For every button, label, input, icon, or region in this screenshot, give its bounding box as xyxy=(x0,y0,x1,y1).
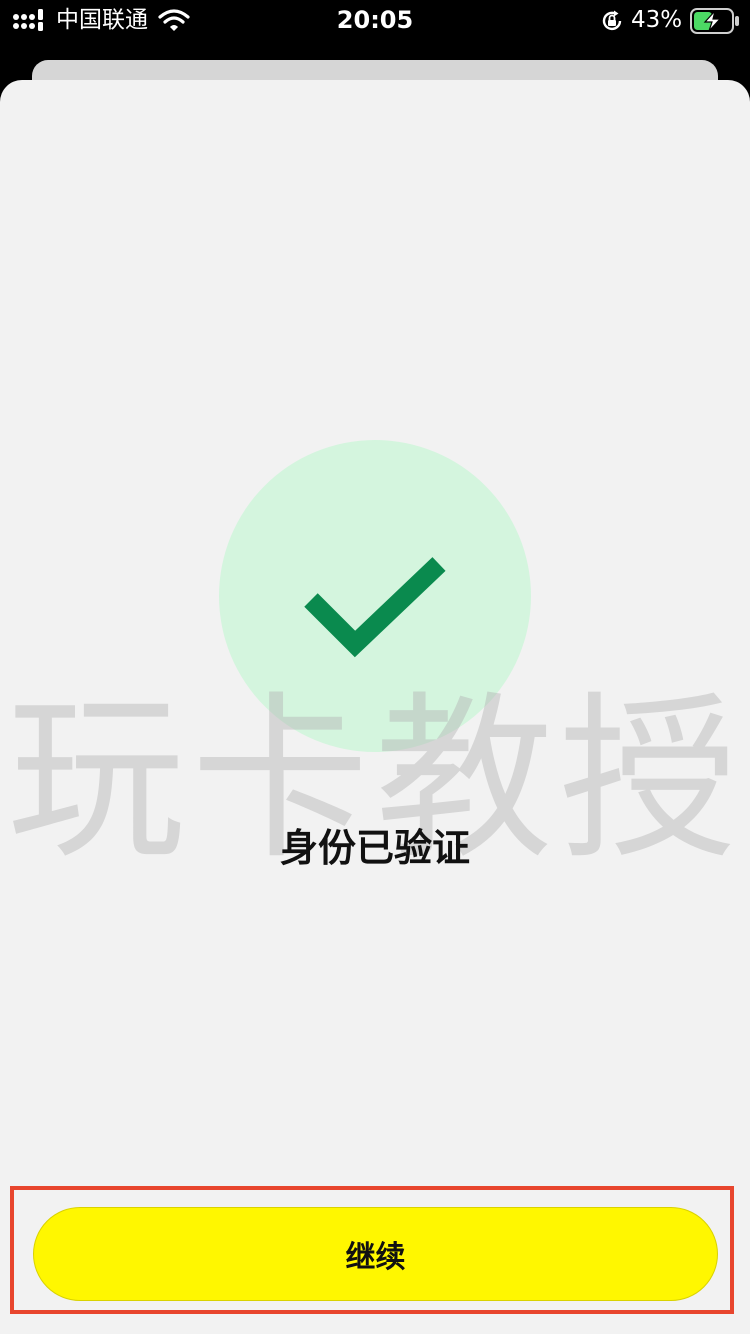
verification-sheet: 玩卡教授 身份已验证 继续 xyxy=(0,80,750,1334)
checkmark-icon xyxy=(304,557,446,658)
rotation-lock-icon xyxy=(602,10,622,31)
verification-title: 身份已验证 xyxy=(279,826,470,870)
status-bar: 中国联通 20:05 43% xyxy=(0,0,750,40)
continue-button[interactable]: 继续 xyxy=(33,1207,718,1301)
battery-percent: 43% xyxy=(631,7,683,33)
battery-charging-icon xyxy=(690,8,739,34)
screen: 中国联通 20:05 43% 玩卡教授 身份已验证 继续 xyxy=(0,0,750,1334)
